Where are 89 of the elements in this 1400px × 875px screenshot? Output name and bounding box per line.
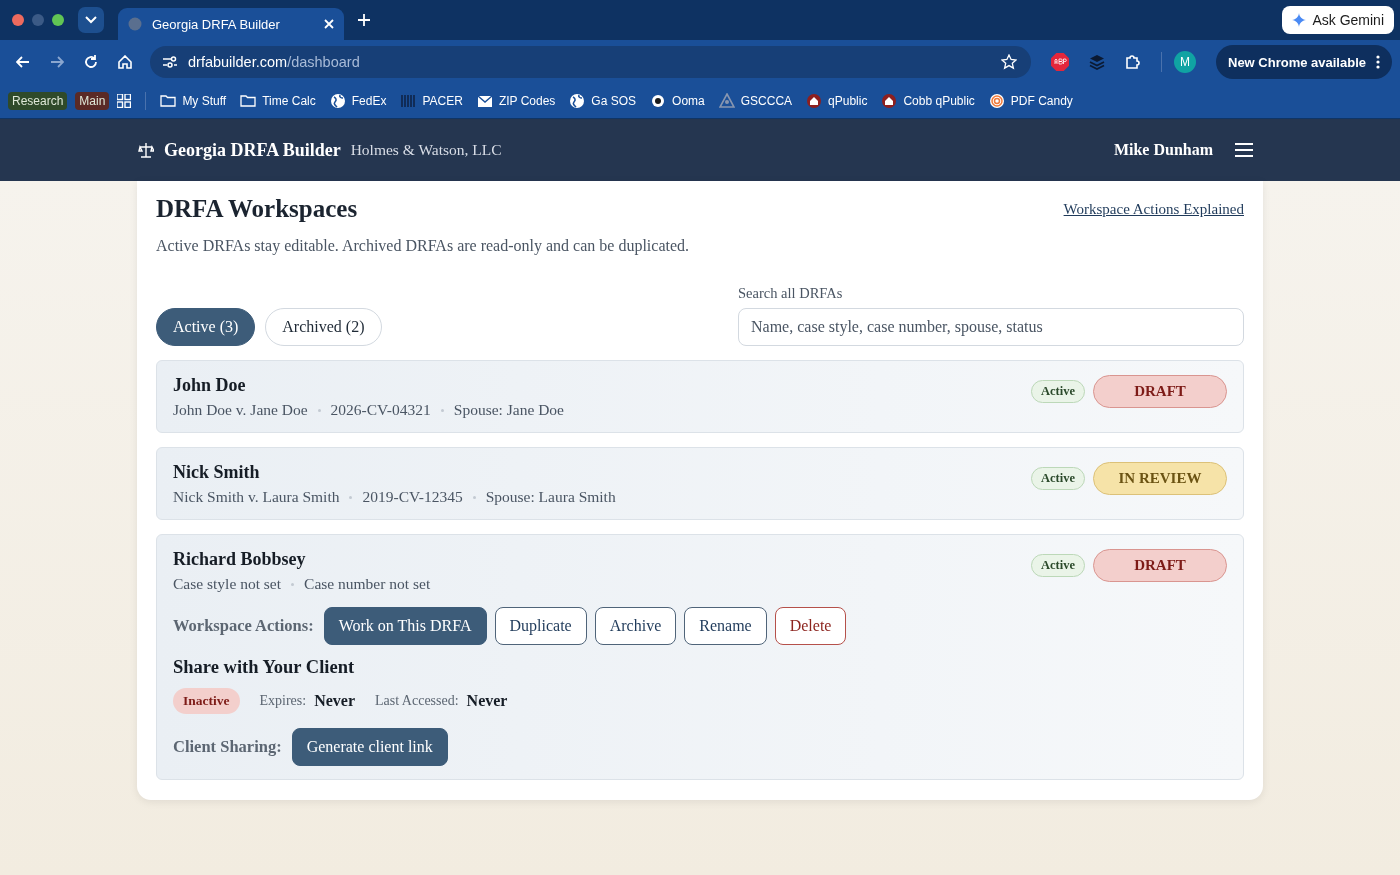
workspace-card[interactable]: John Doe John Doe v. Jane Doe 2026-CV-04321 Spouse: Jane Doe Active DRAFT bbox=[156, 360, 1244, 433]
close-icon[interactable] bbox=[324, 19, 334, 29]
workspace-card[interactable] bbox=[156, 534, 1244, 780]
bookmark[interactable]: My Stuff bbox=[160, 93, 227, 109]
house-icon bbox=[806, 93, 823, 109]
ask-gemini-button[interactable]: Ask Gemini bbox=[1282, 6, 1394, 34]
last-accessed-label: Last Accessed: bbox=[375, 693, 459, 709]
scales-icon bbox=[138, 142, 154, 158]
expires-label: Expires: bbox=[259, 693, 307, 709]
stop-sign-icon[interactable] bbox=[1051, 53, 1069, 71]
star-icon[interactable] bbox=[1001, 54, 1017, 70]
bookmark[interactable]: Cobb qPublic bbox=[881, 93, 975, 109]
actions-label: Workspace Actions: bbox=[173, 616, 314, 636]
expires-value: Never bbox=[314, 692, 355, 710]
case-detail: 2019-CV-12345 bbox=[362, 488, 463, 506]
bookmark[interactable]: Ga SOS bbox=[569, 93, 637, 109]
update-chrome-button[interactable]: New Chrome available bbox=[1216, 45, 1392, 79]
workspace-name: John Doe bbox=[173, 375, 247, 396]
house-icon bbox=[881, 93, 898, 109]
bookmark[interactable]: PDF Candy bbox=[988, 93, 1073, 109]
active-badge: Active bbox=[1031, 554, 1085, 577]
bookmark[interactable]: qPublic bbox=[806, 93, 868, 109]
sparkle-icon bbox=[1292, 13, 1307, 27]
help-link[interactable]: Workspace Actions Explained bbox=[1063, 200, 1244, 218]
envelope-icon bbox=[476, 93, 493, 109]
case-detail: Spouse: Laura Smith bbox=[485, 488, 616, 506]
action-button[interactable]: Archive bbox=[594, 607, 677, 645]
bookmark[interactable]: Ooma bbox=[650, 93, 705, 109]
bookmark[interactable]: Time Calc bbox=[240, 93, 316, 109]
search-field[interactable]: Name, case style, case number, spouse, status bbox=[738, 308, 1244, 346]
active-badge: Active bbox=[1031, 467, 1085, 490]
firm-name: Holmes & Watson, LLC bbox=[350, 141, 502, 159]
chevron-down-icon bbox=[85, 16, 97, 24]
case-detail: John Doe v. Jane Doe bbox=[173, 401, 308, 419]
address-bar[interactable]: drfabuilder.com/dashboard bbox=[150, 46, 1031, 78]
browser-tab[interactable]: Georgia DRFA Builder bbox=[118, 8, 344, 40]
status-badge: DRAFT bbox=[1093, 375, 1227, 408]
columns-icon bbox=[400, 93, 417, 109]
bookmark-group-tag[interactable]: Main bbox=[75, 92, 110, 110]
triangle-icon bbox=[718, 93, 735, 109]
bookmark[interactable]: FedEx bbox=[329, 93, 387, 109]
client-sharing-label: Client Sharing: bbox=[173, 737, 282, 757]
filter-tab[interactable]: Archived (2) bbox=[265, 308, 382, 346]
folder-icon bbox=[240, 93, 257, 109]
status-badge: IN REVIEW bbox=[1093, 462, 1227, 495]
ring-icon bbox=[650, 93, 667, 109]
workspace-name: Nick Smith bbox=[173, 462, 261, 483]
swirl-icon bbox=[988, 93, 1005, 109]
case-detail: 2026-CV-04321 bbox=[330, 401, 431, 419]
plus-icon[interactable] bbox=[358, 14, 370, 26]
active-badge: Active bbox=[1031, 380, 1085, 403]
site-settings-icon bbox=[162, 55, 178, 69]
menu-icon[interactable] bbox=[1235, 143, 1253, 157]
sharing-status-badge: Inactive bbox=[173, 688, 240, 714]
case-detail: Case number not set bbox=[304, 575, 431, 593]
bookmark[interactable]: PACER bbox=[400, 93, 463, 109]
home-icon[interactable] bbox=[118, 55, 132, 69]
case-detail: Case style not set bbox=[173, 575, 282, 593]
action-button[interactable]: Work on This DRFA bbox=[323, 607, 487, 645]
section-heading: Share with Your Client bbox=[173, 657, 356, 678]
folder-icon bbox=[160, 93, 177, 109]
last-accessed-value: Never bbox=[466, 692, 508, 710]
generate-link-button[interactable]: Generate client link bbox=[291, 728, 448, 766]
action-button[interactable]: Rename bbox=[684, 607, 767, 645]
workspace-name: Richard Bobbsey bbox=[173, 549, 307, 570]
tab-menu-button[interactable] bbox=[78, 7, 104, 33]
back-icon[interactable] bbox=[16, 56, 30, 68]
action-button[interactable]: Delete bbox=[774, 607, 847, 645]
user-name[interactable]: Mike Dunham bbox=[1113, 141, 1213, 159]
case-detail: Spouse: Jane Doe bbox=[453, 401, 564, 419]
bookmark[interactable]: GSCCCA bbox=[718, 93, 793, 109]
bookmark-group-tag[interactable]: Research bbox=[8, 92, 68, 110]
reload-icon[interactable] bbox=[84, 55, 98, 69]
puzzle-icon[interactable] bbox=[1125, 54, 1141, 70]
page-title: DRFA Workspaces bbox=[156, 195, 358, 223]
forward-icon[interactable] bbox=[50, 56, 64, 68]
bookmark[interactable]: ZIP Codes bbox=[476, 93, 556, 109]
action-button[interactable]: Duplicate bbox=[494, 607, 587, 645]
filter-tab[interactable]: Active (3) bbox=[156, 308, 256, 346]
search-label: Search all DRFAs bbox=[738, 285, 844, 302]
more-icon bbox=[1376, 55, 1380, 69]
status-badge: DRAFT bbox=[1093, 549, 1227, 582]
apps-grid-icon[interactable] bbox=[117, 94, 132, 108]
workspace-card[interactable]: Nick Smith Nick Smith v. Laura Smith 2019-CV-12345 Spouse: Laura Smith Active IN REVIEW bbox=[156, 447, 1244, 520]
url-text: drfabuilder.com/dashboard bbox=[188, 54, 360, 70]
page-description: Active DRFAs stay editable. Archived DRFAs are read-only and can be duplicated. bbox=[156, 237, 691, 255]
tab-title: Georgia DRFA Builder bbox=[152, 16, 281, 32]
case-detail: Nick Smith v. Laura Smith bbox=[173, 488, 340, 506]
app-brand[interactable]: Georgia DRFA Builder bbox=[164, 139, 341, 161]
